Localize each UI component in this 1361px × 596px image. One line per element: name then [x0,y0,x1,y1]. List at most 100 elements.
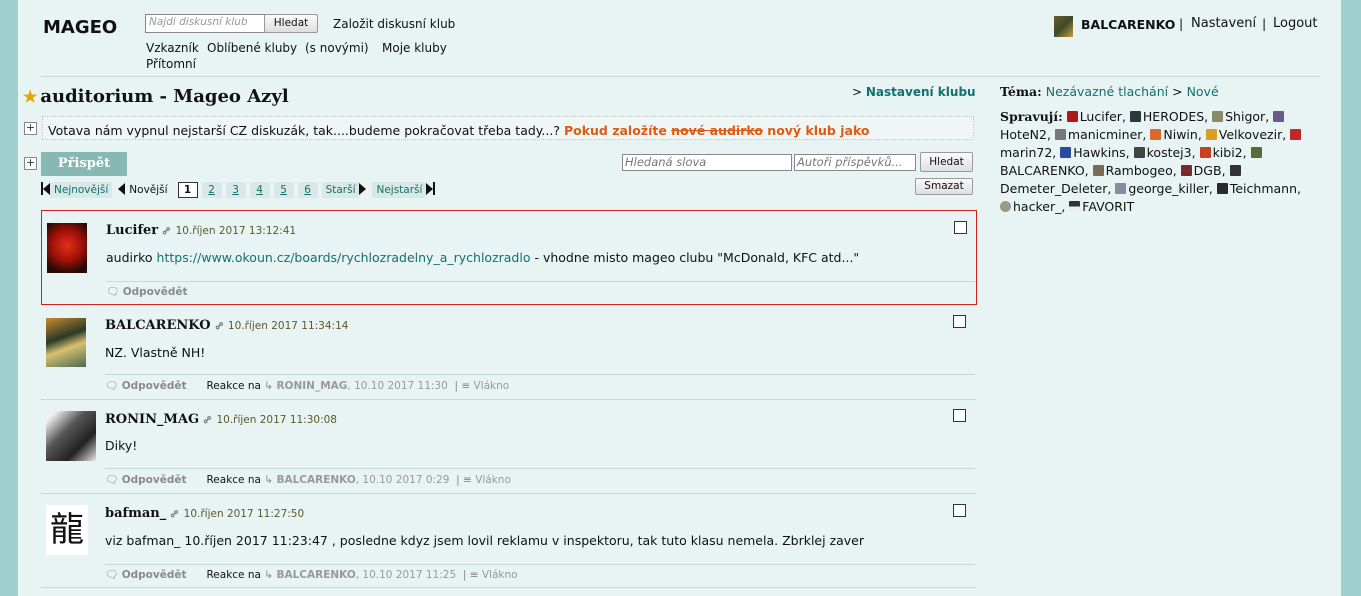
post-time[interactable]: 10.říjen 2017 11:34:14 [228,320,349,332]
reaction-link[interactable]: BALCARENKO, 10.10 2017 0:29 [276,474,449,486]
pager-older[interactable]: Starší [321,182,360,198]
create-club-link[interactable]: Založit diskusní klub [333,17,455,31]
reply-icon[interactable]: 🗨︎ [105,569,118,581]
post-author[interactable]: BALCARENKO [105,318,211,333]
admin-name[interactable]: kibi2 [1213,145,1243,160]
author-avatar[interactable] [47,223,87,273]
expand-description-icon[interactable]: + [24,122,37,135]
post-checkbox[interactable] [953,315,966,328]
post-footer: 🗨︎ Odpovědět Reakce na ↳ BALCARENKO, 10.1… [105,564,975,586]
reply-link[interactable]: Odpovědět [122,380,187,392]
post-checkbox[interactable] [953,409,966,422]
pager-newest-link[interactable]: Nejnovější [54,184,108,196]
club-search-input[interactable]: Najdi diskusní klub [145,14,265,33]
post-link[interactable]: https://www.okoun.cz/boards/rychlozradel… [157,250,531,265]
user-avatar[interactable] [1054,16,1073,37]
admin-name[interactable]: Demeter_Deleter [1000,181,1107,196]
star-icon[interactable]: ★ [23,87,37,106]
author-avatar[interactable]: 龍 [46,505,88,555]
link-icon[interactable]: ⚯ [169,508,183,522]
reply-icon[interactable]: 🗨︎ [105,474,118,486]
nav-pritomni[interactable]: Přítomní [146,57,196,71]
admin-name[interactable]: Lucifer [1080,109,1122,124]
thread-link[interactable]: Vlákno [475,474,511,486]
header-search-button[interactable]: Hledat [264,14,318,33]
pager-newer[interactable]: Novější [125,182,171,198]
link-icon[interactable]: ⚯ [161,225,175,239]
page-5[interactable]: 5 [273,182,294,198]
reply-icon[interactable]: 🗨︎ [105,380,118,392]
admin-name[interactable]: manicminer [1068,127,1143,142]
reaction-user[interactable]: RONIN_MAG [276,380,347,392]
topic-new-link[interactable]: Nové [1187,84,1219,99]
user-name[interactable]: BALCARENKO [1081,17,1175,32]
delete-button[interactable]: Smazat [915,178,973,195]
page-4[interactable]: 4 [249,182,270,198]
post-author[interactable]: Lucifer [106,223,158,238]
pager-older-link[interactable]: Starší [326,184,356,196]
settings-link[interactable]: Nastavení [1191,16,1256,31]
admin-name[interactable]: DGB [1194,163,1222,178]
link-icon[interactable]: ⚯ [201,414,215,428]
admin-name[interactable]: Rambogeo [1106,163,1173,178]
page-3[interactable]: 3 [225,182,246,198]
post-time[interactable]: 10.říjen 2017 11:27:50 [184,508,305,520]
expand-post-form-icon[interactable]: + [24,157,37,170]
thread-link[interactable]: Vlákno [482,569,518,581]
post-checkbox[interactable] [953,504,966,517]
topic-link[interactable]: Nezávazné tlachání [1046,84,1168,99]
reply-link[interactable]: Odpovědět [122,474,187,486]
post-footer: 🗨︎ Odpovědět [106,281,976,303]
author-avatar[interactable] [46,411,96,461]
reply-icon[interactable]: 🗨︎ [106,286,119,298]
keywords-input[interactable]: Hledaná slova [622,154,792,171]
admin-name[interactable]: Teichmann [1230,181,1297,196]
admin-name[interactable]: hacker_ [1013,199,1061,214]
site-logo[interactable]: MAGEO [43,17,117,38]
reaction-link[interactable]: RONIN_MAG, 10.10 2017 11:30 [276,380,447,392]
reaction-link[interactable]: BALCARENKO, 10.10 2017 11:25 [276,569,456,581]
post-time[interactable]: 10.říjen 2017 13:12:41 [176,225,297,237]
admin-name[interactable]: FAVORIT [1082,199,1134,214]
pager-oldest[interactable]: Nejstarší [372,182,427,198]
page-2[interactable]: 2 [201,182,222,198]
nav-s-novymi[interactable]: (s novými) [305,41,369,55]
admin-name[interactable]: kostej3 [1147,145,1192,160]
admin-name[interactable]: HoteN2 [1000,127,1047,142]
post-author[interactable]: bafman_ [105,506,166,521]
reaction-user[interactable]: BALCARENKO [276,474,355,486]
post-time[interactable]: 10.říjen 2017 11:30:08 [216,414,337,426]
nav-oblibene-kluby[interactable]: Oblíbené kluby [207,41,297,55]
pager-newest[interactable]: Nejnovější [50,182,113,198]
reply-link[interactable]: Odpovědět [122,569,187,581]
authors-input[interactable]: Autoři příspěvků... [794,154,916,171]
admin-name[interactable]: Velkovezir [1219,127,1282,142]
post-checkbox[interactable] [954,221,967,234]
post-button[interactable]: Přispět [41,152,127,176]
nav-moje-kluby[interactable]: Moje kluby [382,41,447,55]
reaction-user[interactable]: BALCARENKO [276,569,355,581]
reaction-label: Reakce na [206,569,261,581]
admin-name[interactable]: Shigor [1225,109,1265,124]
page-1[interactable]: 1 [177,182,198,198]
author-avatar[interactable] [46,318,86,367]
reaction-date[interactable]: , 10.10 2017 0:29 [356,474,450,486]
pager-oldest-link[interactable]: Nejstarší [376,184,422,196]
reply-link[interactable]: Odpovědět [123,286,188,298]
admin-name[interactable]: marin72 [1000,145,1052,160]
link-icon[interactable]: ⚯ [213,320,227,334]
search-posts-button[interactable]: Hledat [920,152,973,172]
logout-link[interactable]: Logout [1273,16,1318,31]
club-settings-link[interactable]: Nastavení klubu [866,85,976,99]
post-author[interactable]: RONIN_MAG [105,412,199,427]
thread-link[interactable]: Vlákno [474,380,510,392]
reaction-date[interactable]: , 10.10 2017 11:25 [356,569,456,581]
admin-name[interactable]: Niwin [1163,127,1197,142]
page-6[interactable]: 6 [297,182,318,198]
nav-vzkaznik[interactable]: Vzkazník [146,41,199,55]
admin-name[interactable]: Hawkins [1073,145,1125,160]
reaction-date[interactable]: , 10.10 2017 11:30 [347,380,447,392]
admin-name[interactable]: george_killer [1128,181,1209,196]
admin-name[interactable]: HERODES [1143,109,1204,124]
admin-name[interactable]: BALCARENKO [1000,163,1085,178]
